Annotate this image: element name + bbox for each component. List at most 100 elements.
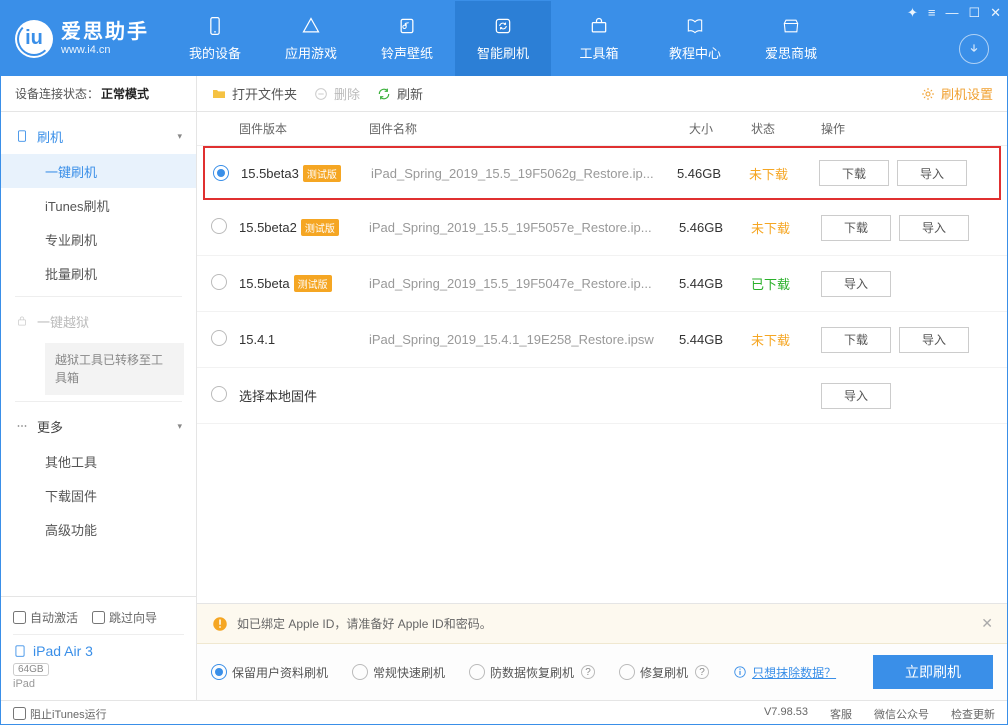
- firmware-row-local[interactable]: 选择本地固件 导入: [197, 368, 1007, 424]
- help-icon[interactable]: ?: [695, 665, 709, 679]
- nav-label: 教程中心: [669, 43, 721, 62]
- more-icon: [15, 419, 29, 433]
- erase-link[interactable]: 只想抹除数据？: [733, 664, 836, 681]
- select-radio[interactable]: [211, 218, 227, 234]
- sidebar-item-pro[interactable]: 专业刷机: [1, 222, 196, 256]
- nav-tutorials[interactable]: 教程中心: [647, 1, 743, 76]
- sidebar: 设备连接状态： 正常模式 刷机 ▾ 一键刷机 iTunes刷机 专业刷机 批量刷…: [1, 76, 197, 700]
- minimize-icon[interactable]: —: [945, 5, 958, 21]
- device-icon: [15, 129, 29, 143]
- opt-keep-data[interactable]: 保留用户资料刷机: [211, 664, 328, 681]
- sidebar-item-batch[interactable]: 批量刷机: [1, 256, 196, 290]
- app-title: 爱思助手: [61, 20, 149, 44]
- opt-repair[interactable]: 修复刷机?: [619, 664, 709, 681]
- nav-store[interactable]: 爱思商城: [743, 1, 839, 76]
- firmware-row[interactable]: 15.5beta2测试版iPad_Spring_2019_15.5_19F505…: [197, 200, 1007, 256]
- music-icon: [396, 15, 418, 37]
- fw-size: 5.44GB: [661, 276, 741, 291]
- support-link[interactable]: 客服: [830, 706, 852, 722]
- nav-flash[interactable]: 智能刷机: [455, 1, 551, 76]
- import-button[interactable]: 导入: [821, 271, 891, 297]
- opt-recover[interactable]: 防数据恢复刷机?: [469, 664, 595, 681]
- warn-icon: [211, 615, 229, 633]
- nav-label: 智能刷机: [477, 43, 529, 62]
- statusbar: 阻止iTunes运行 V7.98.53 客服 微信公众号 检查更新: [1, 700, 1007, 726]
- conn-label: 设备连接状态：: [15, 85, 99, 102]
- sidebar-group-flash[interactable]: 刷机 ▾: [1, 118, 196, 154]
- app-header: iu 爱思助手 www.i4.cn 我的设备 应用游戏 铃声壁纸 智能刷机 工具…: [1, 1, 1007, 76]
- local-firmware-label: 选择本地固件: [239, 386, 661, 405]
- firmware-list: 15.5beta3测试版iPad_Spring_2019_15.5_19F506…: [197, 146, 1007, 603]
- device-name[interactable]: iPad Air 3: [13, 643, 184, 659]
- import-button[interactable]: 导入: [899, 327, 969, 353]
- fw-filename: iPad_Spring_2019_15.5_19F5062g_Restore.i…: [371, 166, 659, 181]
- opt-normal[interactable]: 常规快速刷机: [352, 664, 445, 681]
- toolbox-icon: [588, 15, 610, 37]
- beta-tag: 测试版: [294, 275, 332, 292]
- firmware-row[interactable]: 15.4.1 iPad_Spring_2019_15.4.1_19E258_Res…: [197, 312, 1007, 368]
- maximize-icon[interactable]: ☐: [968, 5, 980, 21]
- th-version: 固件版本: [239, 120, 369, 137]
- store-icon: [780, 15, 802, 37]
- fw-status: 未下载: [739, 164, 819, 183]
- fw-filename: iPad_Spring_2019_15.5_19F5047e_Restore.i…: [369, 276, 661, 291]
- help-icon[interactable]: ?: [581, 665, 595, 679]
- fw-size: 5.44GB: [661, 332, 741, 347]
- check-update-link[interactable]: 检查更新: [951, 706, 995, 722]
- flash-settings-button[interactable]: 刷机设置: [920, 84, 993, 103]
- main-panel: 打开文件夹 删除 刷新 刷机设置 固件版本 固件名称 大小 状态 操作: [197, 76, 1007, 700]
- th-status: 状态: [741, 120, 821, 137]
- fw-filename: iPad_Spring_2019_15.4.1_19E258_Restore.i…: [369, 332, 661, 347]
- fw-size: 5.46GB: [661, 220, 741, 235]
- chk-block-itunes[interactable]: 阻止iTunes运行: [13, 706, 107, 722]
- nav-ringtones[interactable]: 铃声壁纸: [359, 1, 455, 76]
- select-radio[interactable]: [213, 165, 229, 181]
- sidebar-item-othertools[interactable]: 其他工具: [1, 444, 196, 478]
- select-radio[interactable]: [211, 274, 227, 290]
- list-icon[interactable]: ≡: [928, 5, 936, 21]
- beta-tag: 测试版: [301, 219, 339, 236]
- sidebar-item-itunes[interactable]: iTunes刷机: [1, 188, 196, 222]
- chk-skip-guide[interactable]: 跳过向导: [92, 609, 157, 626]
- open-folder-button[interactable]: 打开文件夹: [211, 84, 297, 103]
- close-warning-button[interactable]: ✕: [981, 615, 993, 632]
- download-indicator[interactable]: [959, 34, 989, 64]
- chk-auto-activate[interactable]: 自动激活: [13, 609, 78, 626]
- flash-now-button[interactable]: 立即刷机: [873, 655, 993, 689]
- import-button[interactable]: 导入: [897, 160, 967, 186]
- import-button[interactable]: 导入: [821, 383, 891, 409]
- nav-my-device[interactable]: 我的设备: [167, 1, 263, 76]
- fw-status: 未下载: [741, 330, 821, 349]
- wechat-link[interactable]: 微信公众号: [874, 706, 929, 722]
- firmware-row[interactable]: 15.5beta3测试版iPad_Spring_2019_15.5_19F506…: [203, 146, 1001, 200]
- window-controls: ✦ ≡ — ☐ ✕: [907, 5, 1001, 21]
- sidebar-group-more[interactable]: 更多 ▾: [1, 408, 196, 444]
- download-button[interactable]: 下载: [821, 215, 891, 241]
- connection-status: 设备连接状态： 正常模式: [1, 76, 196, 112]
- bottom-panel: 如已绑定 Apple ID，请准备好 Apple ID和密码。 ✕ 保留用户资料…: [197, 603, 1007, 700]
- folder-icon: [211, 86, 227, 102]
- close-icon[interactable]: ✕: [990, 5, 1001, 21]
- download-button[interactable]: 下载: [819, 160, 889, 186]
- import-button[interactable]: 导入: [899, 215, 969, 241]
- refresh-button[interactable]: 刷新: [376, 84, 423, 103]
- nav-toolbox[interactable]: 工具箱: [551, 1, 647, 76]
- sidebar-item-adv[interactable]: 高级功能: [1, 512, 196, 546]
- info-icon: [733, 665, 747, 679]
- device-type: iPad: [13, 678, 184, 690]
- sidebar-item-dlfw[interactable]: 下载固件: [1, 478, 196, 512]
- select-radio[interactable]: [211, 330, 227, 346]
- th-name: 固件名称: [369, 120, 661, 137]
- nav-apps[interactable]: 应用游戏: [263, 1, 359, 76]
- main-nav: 我的设备 应用游戏 铃声壁纸 智能刷机 工具箱 教程中心 爱思商城: [167, 1, 1007, 76]
- fw-version: 15.4.1: [239, 332, 275, 347]
- sidebar-item-oneclick[interactable]: 一键刷机: [1, 154, 196, 188]
- select-radio[interactable]: [211, 386, 227, 402]
- download-button[interactable]: 下载: [821, 327, 891, 353]
- firmware-row[interactable]: 15.5beta测试版iPad_Spring_2019_15.5_19F5047…: [197, 256, 1007, 312]
- fw-version: 15.5beta2: [239, 220, 297, 235]
- tablet-icon: [13, 644, 27, 658]
- lock-icon: [15, 314, 29, 328]
- menu-icon[interactable]: ✦: [907, 5, 918, 21]
- arrow-down-icon: [967, 42, 981, 56]
